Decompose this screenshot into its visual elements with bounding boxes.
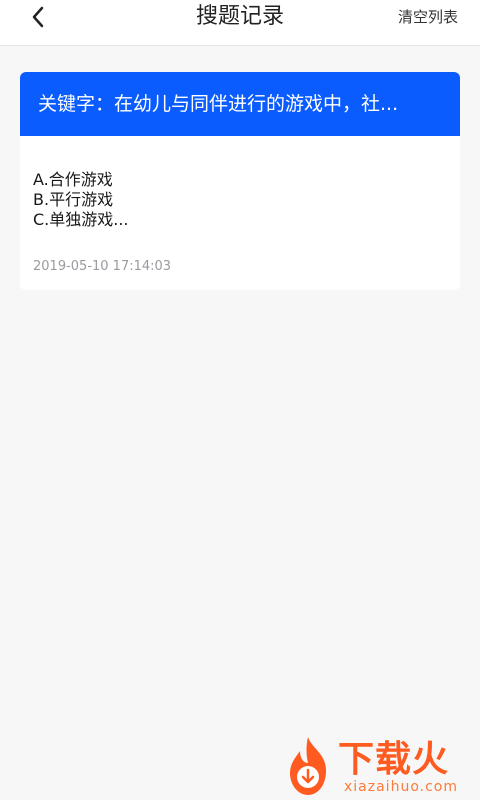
watermark: 下载火 xiazaihuo.com	[282, 735, 480, 800]
record-timestamp: 2019-05-10 17:14:03	[33, 259, 172, 274]
record-options: A.合作游戏 B.平行游戏 C.单独游戏...	[33, 170, 129, 230]
back-button[interactable]	[22, 4, 54, 30]
watermark-domain: xiazaihuo.com	[344, 779, 458, 795]
top-bar: 搜题记录 清空列表	[0, 0, 480, 46]
watermark-brand: 下载火	[338, 738, 450, 780]
record-keyword: 关键字：在幼儿与同伴进行的游戏中，社...	[20, 72, 460, 136]
option-a: A.合作游戏	[33, 170, 113, 189]
clear-list-button[interactable]: 清空列表	[398, 6, 458, 28]
back-arrow-icon	[32, 6, 44, 28]
option-b: B.平行游戏	[33, 190, 114, 209]
option-c: C.单独游戏...	[33, 210, 129, 229]
record-card[interactable]: 关键字：在幼儿与同伴进行的游戏中，社... A.合作游戏 B.平行游戏 C.单独…	[20, 72, 460, 290]
flame-logo-icon	[290, 737, 326, 795]
